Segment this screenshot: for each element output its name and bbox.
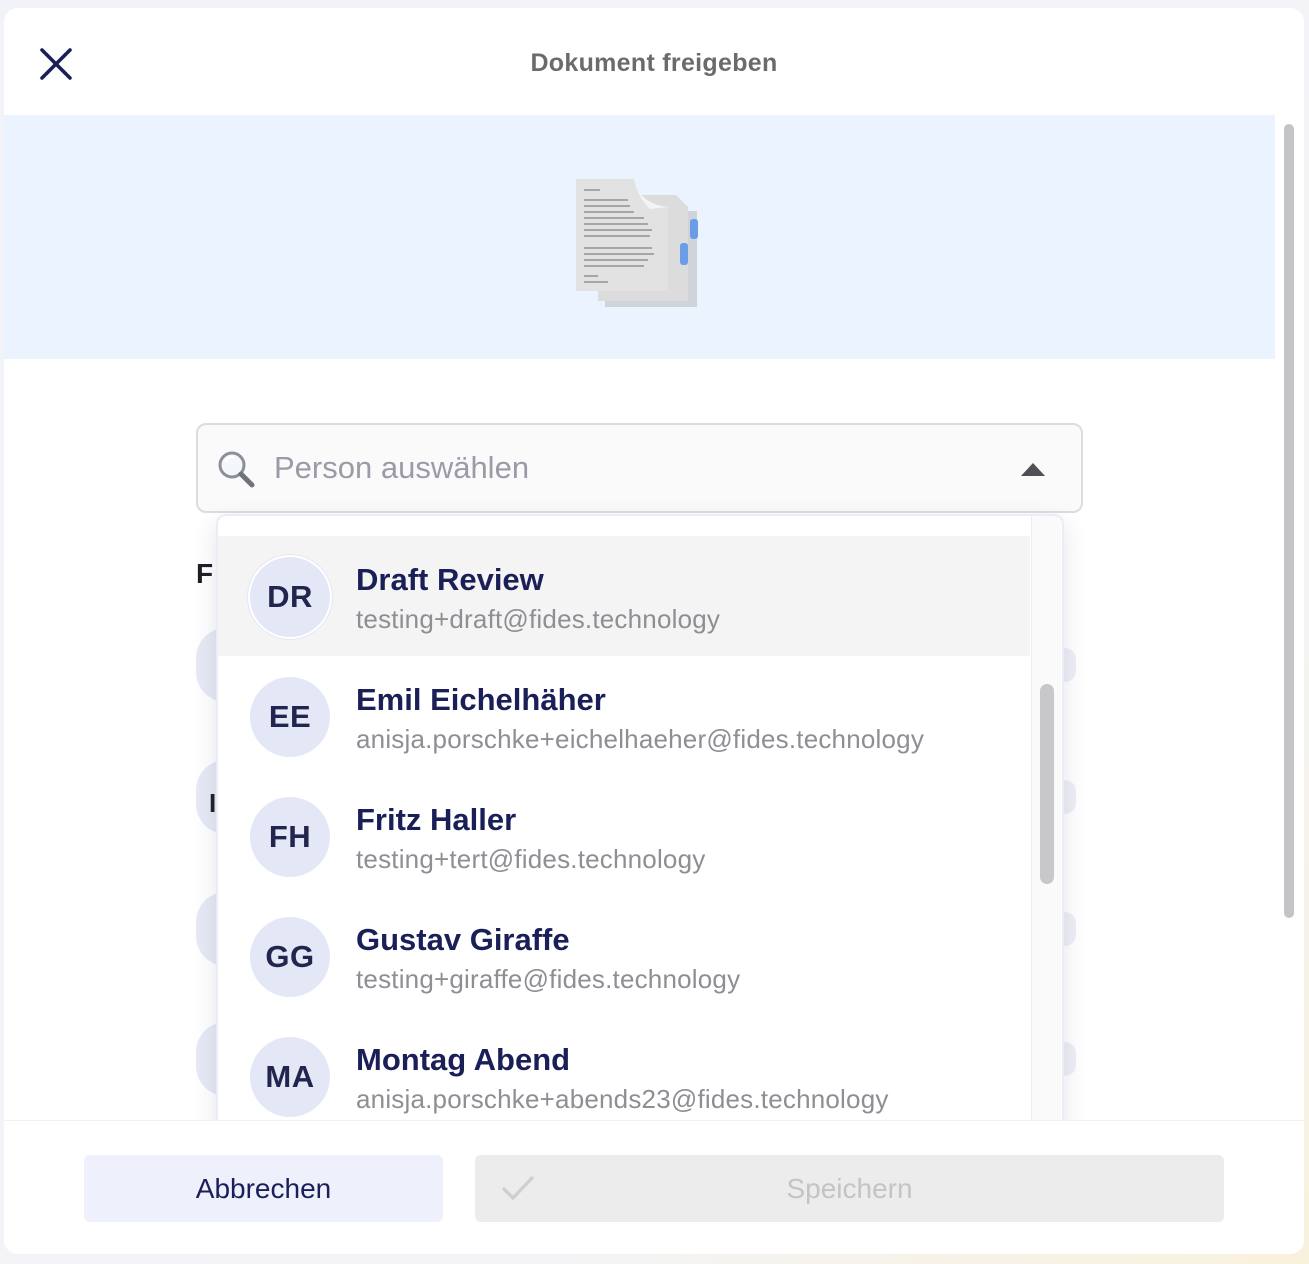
save-button[interactable]: Speichern [475,1155,1224,1222]
avatar: DR [250,557,330,637]
person-select[interactable] [196,423,1083,513]
person-dropdown: DR Draft Review testing+draft@fides.tech… [216,514,1064,1142]
dialog-footer: Abbrechen Speichern [4,1120,1304,1254]
person-email: testing+draft@fides.technology [356,604,721,634]
person-name: Emil Eichelhäher [356,682,606,717]
avatar: EE [250,677,330,757]
page-scrollbar[interactable] [1280,120,1298,1124]
person-email: anisja.porschke+eichelhaeher@fides.techn… [356,724,925,754]
person-email: testing+giraffe@fides.technology [356,964,741,994]
page-scrollbar-thumb[interactable] [1284,124,1294,918]
search-icon [218,451,255,488]
person-search-input[interactable] [272,443,976,493]
person-name: Fritz Haller [356,802,517,837]
dialog-title: Dokument freigeben [530,49,778,77]
person-option-fritz-haller[interactable]: FH Fritz Haller testing+tert@fides.techn… [218,776,1030,896]
dialog-header: Dokument freigeben [4,8,1304,115]
person-option-emil-eichelhaeher[interactable]: EE Emil Eichelhäher anisja.porschke+eich… [218,656,1030,776]
caret-up-icon[interactable] [1021,463,1045,476]
person-name: Draft Review [356,562,544,597]
share-document-dialog: Dokument freigeben F I Person auswählen … [4,8,1304,1254]
save-button-label: Speichern [786,1173,913,1204]
person-name: Montag Abend [356,1042,571,1077]
person-option-montag-abend[interactable]: MA Montag Abend anisja.porschke+abends23… [218,1016,1030,1136]
avatar: MA [250,1037,330,1117]
avatar: FH [250,797,330,877]
document-preview-banner [4,115,1275,359]
avatar: GG [250,917,330,997]
dropdown-scrollbar-thumb[interactable] [1040,684,1054,884]
person-name: Gustav Giraffe [356,922,570,957]
section-label: F [196,558,214,589]
person-email: anisja.porschke+abends23@fides.technolog… [356,1084,889,1114]
person-option-draft-review[interactable]: DR Draft Review testing+draft@fides.tech… [218,536,1030,656]
person-email: testing+tert@fides.technology [356,844,706,874]
document-icon [576,179,698,307]
cancel-button[interactable]: Abbrechen [84,1155,443,1222]
person-option-gustav-giraffe[interactable]: GG Gustav Giraffe testing+giraffe@fides.… [218,896,1030,1016]
dropdown-scrollbar[interactable] [1031,516,1061,1140]
